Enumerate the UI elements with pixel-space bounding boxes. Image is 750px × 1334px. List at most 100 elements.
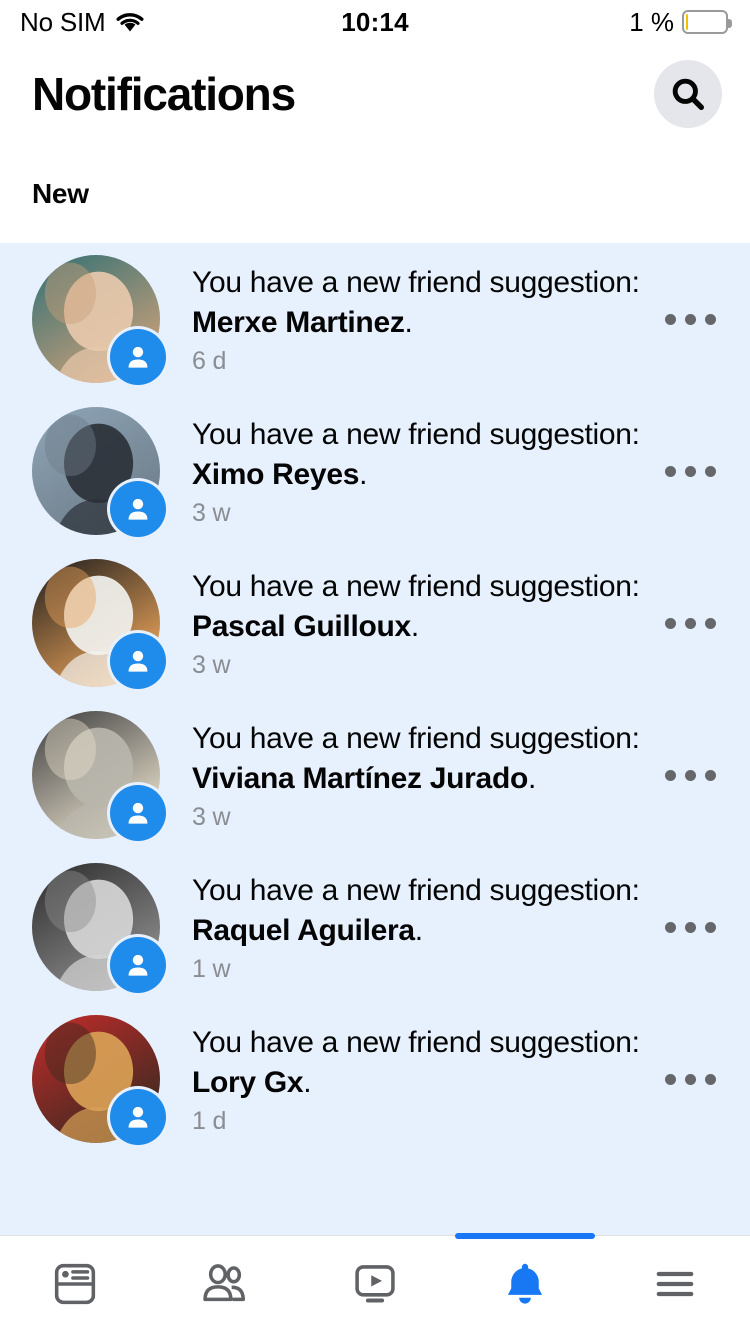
notification-body: You have a new friend suggestion: Merxe … bbox=[192, 263, 654, 376]
avatar-merxe-martinez[interactable] bbox=[32, 255, 166, 385]
notification-item[interactable]: You have a new friend suggestion: Merxe … bbox=[0, 243, 750, 395]
notification-person-name: Ximo Reyes bbox=[192, 457, 360, 491]
ellipsis-icon[interactable] bbox=[654, 289, 726, 349]
notification-timestamp: 6 d bbox=[192, 346, 227, 375]
avatar-raquel-aguilera[interactable] bbox=[32, 863, 166, 993]
notification-timestamp: 3 w bbox=[192, 650, 231, 679]
notification-item[interactable]: You have a new friend suggestion: Pascal… bbox=[0, 547, 750, 699]
notification-text: You have a new friend suggestion: Ximo R… bbox=[192, 415, 642, 495]
carrier-label: No SIM bbox=[20, 6, 106, 37]
dot bbox=[704, 617, 716, 629]
page-header: Notifications bbox=[0, 44, 750, 144]
notification-text: You have a new friend suggestion: Merxe … bbox=[192, 263, 642, 343]
notification-text: You have a new friend suggestion: Raquel… bbox=[192, 871, 642, 951]
avatar-ximo-reyes[interactable] bbox=[32, 407, 166, 537]
notification-suffix: . bbox=[359, 457, 368, 491]
notification-text: You have a new friend suggestion: Lory G… bbox=[192, 1023, 642, 1103]
notification-person-name: Pascal Guilloux bbox=[192, 609, 411, 643]
notification-body: You have a new friend suggestion: Lory G… bbox=[192, 1023, 654, 1136]
notification-timestamp: 1 w bbox=[192, 954, 231, 983]
search-button[interactable] bbox=[654, 60, 722, 128]
notification-item[interactable]: You have a new friend suggestion: Vivian… bbox=[0, 699, 750, 851]
friend-request-icon bbox=[110, 937, 166, 993]
bottom-navigation-bar bbox=[0, 1235, 750, 1334]
section-title: New bbox=[32, 177, 89, 209]
notification-person-name: Viviana Martínez Jurado bbox=[192, 761, 528, 795]
dot bbox=[704, 1073, 716, 1085]
news-feed-icon bbox=[50, 1259, 100, 1312]
notification-timestamp: 3 w bbox=[192, 498, 231, 527]
notification-timestamp: 3 w bbox=[192, 802, 231, 831]
person-glyph-icon bbox=[128, 954, 148, 976]
notification-prefix: You have a new friend suggestion: bbox=[192, 721, 640, 755]
friend-request-icon bbox=[110, 785, 166, 841]
notification-prefix: You have a new friend suggestion: bbox=[192, 1025, 640, 1059]
search-icon bbox=[672, 78, 704, 110]
menu-hamburger-icon bbox=[650, 1259, 700, 1312]
dot bbox=[704, 769, 716, 781]
notification-body: You have a new friend suggestion: Ximo R… bbox=[192, 415, 654, 528]
dot bbox=[664, 465, 676, 477]
wifi-icon bbox=[116, 13, 144, 32]
nav-friends[interactable] bbox=[150, 1236, 300, 1334]
notification-suffix: . bbox=[414, 913, 423, 947]
notification-prefix: You have a new friend suggestion: bbox=[192, 265, 640, 299]
avatar-pascal-guilloux[interactable] bbox=[32, 559, 166, 689]
dot bbox=[664, 921, 676, 933]
notifications-screen: No SIM 10:14 1 % Notifications New You h… bbox=[0, 0, 750, 1334]
notification-person-name: Lory Gx bbox=[192, 1065, 304, 1099]
dot bbox=[664, 313, 676, 325]
dot bbox=[684, 617, 696, 629]
friends-icon bbox=[198, 1257, 252, 1314]
nav-menu-hamburger[interactable] bbox=[600, 1236, 750, 1334]
nav-news-feed[interactable] bbox=[0, 1236, 150, 1334]
nav-notifications-bell[interactable] bbox=[450, 1236, 600, 1334]
notification-list[interactable]: You have a new friend suggestion: Merxe … bbox=[0, 243, 750, 1235]
notification-item[interactable]: You have a new friend suggestion: Raquel… bbox=[0, 851, 750, 1003]
page-title: Notifications bbox=[32, 68, 296, 120]
status-bar-right: 1 % bbox=[629, 6, 732, 38]
ellipsis-icon[interactable] bbox=[654, 593, 726, 653]
notifications-bell-icon bbox=[500, 1259, 550, 1312]
status-bar-left: No SIM bbox=[20, 7, 145, 38]
watch-video-icon bbox=[350, 1259, 400, 1312]
dot bbox=[704, 465, 716, 477]
notification-suffix: . bbox=[303, 1065, 312, 1099]
dot bbox=[664, 769, 676, 781]
dot bbox=[684, 1073, 696, 1085]
avatar-viviana-martinez-jurado[interactable] bbox=[32, 711, 166, 841]
notification-person-name: Merxe Martinez bbox=[192, 305, 405, 339]
friend-request-icon bbox=[110, 633, 166, 689]
battery-percent-label: 1 % bbox=[629, 6, 674, 37]
dot bbox=[664, 617, 676, 629]
notification-body: You have a new friend suggestion: Raquel… bbox=[192, 871, 654, 984]
ellipsis-icon[interactable] bbox=[654, 745, 726, 805]
notification-body: You have a new friend suggestion: Pascal… bbox=[192, 567, 654, 680]
ellipsis-icon[interactable] bbox=[654, 897, 726, 957]
ellipsis-icon[interactable] bbox=[654, 441, 726, 501]
notification-item[interactable]: You have a new friend suggestion: Ximo R… bbox=[0, 395, 750, 547]
friend-request-icon bbox=[110, 481, 166, 537]
dot bbox=[684, 921, 696, 933]
dot bbox=[664, 1073, 676, 1085]
notification-prefix: You have a new friend suggestion: bbox=[192, 417, 640, 451]
person-glyph-icon bbox=[128, 802, 148, 824]
battery-icon bbox=[682, 10, 732, 34]
notification-suffix: . bbox=[528, 761, 537, 795]
avatar-lory-gx[interactable] bbox=[32, 1015, 166, 1145]
ellipsis-icon[interactable] bbox=[654, 1049, 726, 1109]
dot bbox=[684, 465, 696, 477]
friend-request-icon bbox=[110, 1089, 166, 1145]
nav-watch-video[interactable] bbox=[300, 1236, 450, 1334]
notification-person-name: Raquel Aguilera bbox=[192, 913, 415, 947]
battery-fill bbox=[686, 14, 688, 30]
notification-item[interactable]: You have a new friend suggestion: Lory G… bbox=[0, 1003, 750, 1155]
dot bbox=[684, 313, 696, 325]
notification-text: You have a new friend suggestion: Pascal… bbox=[192, 567, 642, 647]
notification-body: You have a new friend suggestion: Vivian… bbox=[192, 719, 654, 832]
status-bar: No SIM 10:14 1 % bbox=[0, 0, 750, 44]
notification-text: You have a new friend suggestion: Vivian… bbox=[192, 719, 642, 799]
notification-suffix: . bbox=[404, 305, 413, 339]
notification-prefix: You have a new friend suggestion: bbox=[192, 873, 640, 907]
person-glyph-icon bbox=[128, 346, 148, 368]
